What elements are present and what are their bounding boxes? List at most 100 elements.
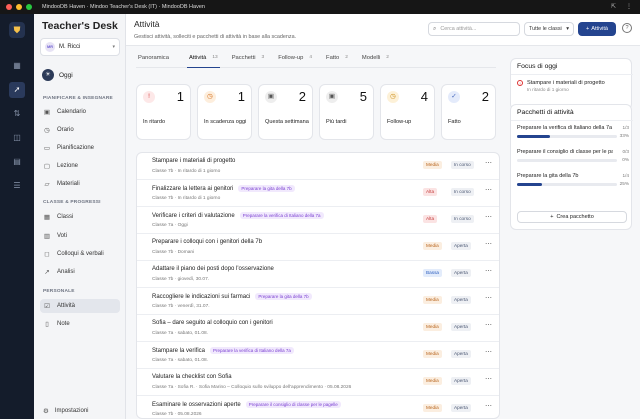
more-icon[interactable]: ⋯ <box>485 321 492 329</box>
tab-modelli[interactable]: Modelli 2 <box>360 55 391 68</box>
trend-icon: ↗ <box>44 269 50 276</box>
task-meta: Classe 7a · Oggi <box>152 222 188 228</box>
package-badge[interactable]: Preparare la gita della 7b <box>238 185 295 192</box>
task-row[interactable]: Adattare il piano dei posti dopo l'osser… <box>137 261 499 288</box>
layers-icon[interactable]: ◫ <box>9 130 25 146</box>
more-icon[interactable]: ⋮ <box>626 3 632 10</box>
help-icon[interactable]: ? <box>622 23 632 33</box>
package-badge[interactable]: Preparare la verifica di Italiano della … <box>239 212 324 219</box>
search-input[interactable] <box>440 26 511 32</box>
sidebar-item-note[interactable]: ▯ Note <box>40 317 120 331</box>
task-title: Finalizzare la lettera ai genitori <box>152 185 234 192</box>
chart-icon: ▥ <box>43 233 51 240</box>
more-icon[interactable]: ⋯ <box>485 213 492 221</box>
sidebar-item-attivita[interactable]: ☑ Attività <box>40 299 120 313</box>
status-badge[interactable]: Aperta <box>451 269 471 277</box>
sidebar-item-calendario[interactable]: ▣ Calendario <box>40 105 120 119</box>
status-badge[interactable]: Aperta <box>451 404 471 412</box>
tab-label: Modelli <box>361 55 381 61</box>
task-row[interactable]: Valutare la checklist con Sofia Classe 7a… <box>137 369 499 396</box>
sidebar-item-pianificazione[interactable]: ▭ Pianificazione <box>40 141 120 155</box>
sun-icon: ☀ <box>42 69 54 81</box>
package-percent: 0% <box>622 157 629 162</box>
share-icon[interactable]: ⇱ <box>611 3 616 10</box>
package-item[interactable]: Preparare la gita della 7b 1/4 25% <box>517 173 629 193</box>
task-meta: Classe 7b · 05.08.2026 <box>152 411 202 417</box>
sidebar-item-impostazioni[interactable]: ⚙ Impostazioni <box>40 404 120 418</box>
app-logo[interactable]: ⛊ <box>9 22 25 38</box>
sidebar-item-label: Materiali <box>57 181 80 187</box>
package-badge[interactable]: Preparare la gita della 7b <box>255 293 312 300</box>
sidebar-item-classi[interactable]: ▦ Classi <box>40 210 120 224</box>
package-item[interactable]: Preparare il consiglio di classe per le … <box>517 149 629 169</box>
maximize-window-button[interactable] <box>26 4 32 10</box>
task-title-line: Sofia – dare seguito al colloquio con i … <box>152 320 273 326</box>
more-icon[interactable]: ⋯ <box>485 159 492 167</box>
dashboard-icon[interactable]: ▦ <box>9 58 25 74</box>
sidebar-item-lezione[interactable]: ▢ Lezione <box>40 159 120 173</box>
status-badge[interactable]: In corso <box>451 161 474 169</box>
status-badge[interactable]: Aperta <box>451 350 471 358</box>
status-badge[interactable]: Aperta <box>451 323 471 331</box>
tab-attivita[interactable]: Attività 13 <box>186 55 220 68</box>
status-badge[interactable]: In corso <box>451 188 474 196</box>
more-icon[interactable]: ⋯ <box>485 294 492 302</box>
stat-card-follow-up[interactable]: ◷ 4 Follow-up <box>380 84 435 140</box>
task-row[interactable]: Sofia – dare seguito al colloquio con i … <box>137 315 499 342</box>
sidebar-item-voti[interactable]: ▥ Voti <box>40 229 120 243</box>
rocket-icon[interactable]: ➚ <box>9 82 25 98</box>
user-switcher[interactable]: MR M. Ricci ▾ <box>40 38 120 56</box>
package-badge[interactable]: Preparare il consiglio di classe per le … <box>245 401 341 408</box>
add-activity-button[interactable]: + Attività <box>578 22 616 36</box>
sidebar-item-label: Lezione <box>57 163 79 169</box>
more-icon[interactable]: ⋯ <box>485 402 492 410</box>
tab-pacchetti[interactable]: Pacchetti 3 <box>230 55 267 68</box>
task-title-line: Stampare i materiali di progetto <box>152 158 235 164</box>
task-row[interactable]: Verificare i criteri di valutazione Prepa… <box>137 207 499 234</box>
task-row[interactable]: Stampare la verifica Preparare la verific… <box>137 342 499 369</box>
more-icon[interactable]: ⋯ <box>485 186 492 194</box>
sidebar-item-oggi[interactable]: ☀ Oggi <box>40 67 120 83</box>
sidebar-item-materiali[interactable]: ▱ Materiali <box>40 177 120 191</box>
tab-label: Follow-up <box>278 55 304 61</box>
more-icon[interactable]: ⋯ <box>485 240 492 248</box>
more-icon[interactable]: ⋯ <box>485 375 492 383</box>
stat-card-fatto[interactable]: ✓ 2 Fatto <box>441 84 496 140</box>
minimize-window-button[interactable] <box>16 4 22 10</box>
focus-item[interactable]: ! Stampare i materiali di progetto In ri… <box>517 80 605 92</box>
sidebar-item-analisi[interactable]: ↗ Analisi <box>40 265 120 279</box>
tab-follow-up[interactable]: Follow-up 4 <box>276 55 314 68</box>
close-window-button[interactable] <box>6 4 12 10</box>
status-badge[interactable]: Aperta <box>451 296 471 304</box>
task-row[interactable]: Raccogliere le indicazioni sui farmaci Pr… <box>137 288 499 315</box>
window-titlebar: MindooDB Haven · Mindoo Teacher's Desk (… <box>0 0 640 14</box>
sidebar-item-orario[interactable]: ◷ Orario <box>40 123 120 137</box>
sync-icon[interactable]: ⇅ <box>9 106 25 122</box>
divider <box>511 120 633 121</box>
status-badge[interactable]: Aperta <box>451 377 471 385</box>
stat-card-settimana[interactable]: ▣ 2 Questa settimana <box>258 84 313 140</box>
stat-card-in-ritardo[interactable]: ! 1 In ritardo <box>136 84 191 140</box>
stat-card-piu-tardi[interactable]: ▣ 5 Più tardi <box>319 84 374 140</box>
package-badge[interactable]: Preparare la verifica di Italiano della … <box>210 347 294 354</box>
inbox-icon[interactable]: ▤ <box>9 154 25 170</box>
task-row[interactable]: Preparare i colloqui con i genitori dell… <box>137 234 499 261</box>
sidebar-item-colloqui[interactable]: ◻ Colloqui & verbali <box>40 247 120 261</box>
sidebar-item-label: Oggi <box>59 71 73 79</box>
tab-fatto[interactable]: Fatto 2 <box>324 55 350 68</box>
tab-panoramica[interactable]: Panoramica <box>136 55 177 68</box>
more-icon[interactable]: ⋯ <box>485 348 492 356</box>
task-row[interactable]: Esaminare le osservazioni aperte Preparar… <box>137 396 499 418</box>
status-badge[interactable]: Aperta <box>451 242 471 250</box>
class-filter-select[interactable]: Tutte le classi ▾ <box>524 22 574 36</box>
task-row[interactable]: Stampare i materiali di progetto Classe 7… <box>137 153 499 180</box>
status-badge[interactable]: In corso <box>451 215 474 223</box>
search-box[interactable]: ⌕ <box>428 22 520 36</box>
sliders-icon[interactable]: ☰ <box>9 178 25 194</box>
more-icon[interactable]: ⋯ <box>485 267 492 275</box>
package-item[interactable]: Preparare la verifica di Italiano della … <box>517 125 629 145</box>
task-title-line: Raccogliere le indicazioni sui farmaci Pr… <box>152 293 312 300</box>
task-row[interactable]: Finalizzare la lettera ai genitori Prepar… <box>137 180 499 207</box>
stat-card-in-scadenza[interactable]: ◷ 1 In scadenza oggi <box>197 84 252 140</box>
create-package-button[interactable]: + Crea pacchetto <box>517 211 627 223</box>
